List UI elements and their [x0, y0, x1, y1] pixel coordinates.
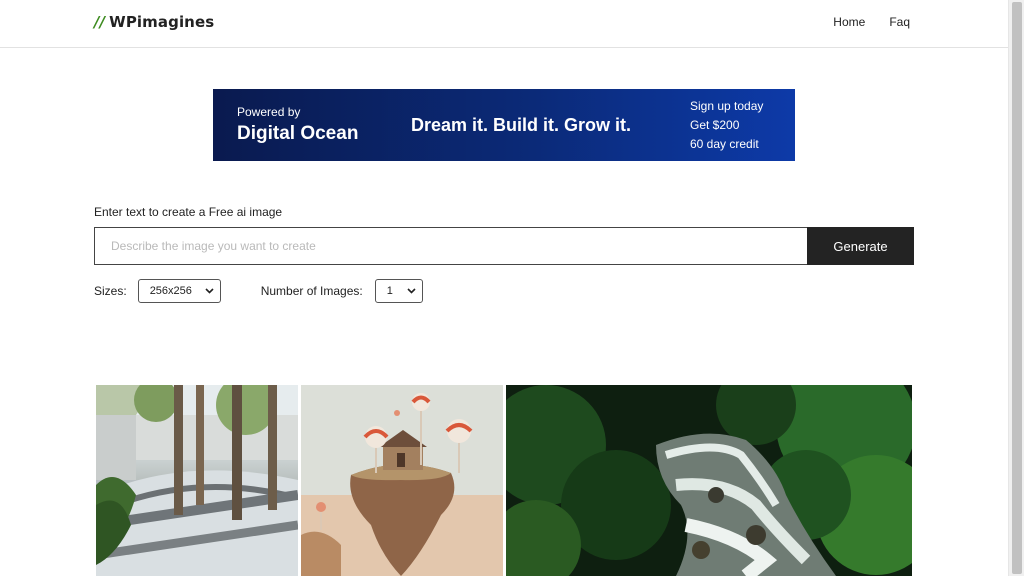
nav-home-link[interactable]: Home [833, 15, 865, 29]
image-gallery [96, 385, 912, 576]
banner-offer-line: 60 day credit [690, 137, 759, 151]
main-nav: Home Faq [833, 15, 910, 29]
generate-button[interactable]: Generate [807, 227, 914, 265]
banner-brand: Digital Ocean [237, 123, 359, 144]
prompt-label: Enter text to create a Free ai image [94, 205, 283, 219]
prompt-form: Generate [94, 227, 914, 265]
courtyard-trees-image[interactable] [96, 385, 298, 576]
logo-text: WPimagines [109, 13, 215, 31]
page-scrollbar[interactable] [1008, 0, 1024, 576]
forest-waterfall-image[interactable] [506, 385, 912, 576]
num-images-selected-value: 1 [386, 285, 393, 297]
scrollbar-thumb[interactable] [1012, 2, 1022, 574]
floating-island-lollipop-image[interactable] [301, 385, 503, 576]
chevron-down-icon [407, 286, 416, 296]
sizes-selected-value: 256x256 [149, 285, 192, 297]
banner-offer-line: Get $200 [690, 118, 740, 132]
banner-offer-line: Sign up today [690, 99, 764, 113]
logo-slashes-icon: // [94, 13, 106, 31]
generation-options: Sizes: 256x256 Number of Images: 1 [94, 279, 423, 303]
digital-ocean-ad-banner[interactable]: Powered by Digital Ocean Dream it. Build… [213, 89, 795, 161]
chevron-down-icon [205, 286, 214, 296]
site-logo[interactable]: // WPimagines [94, 13, 214, 31]
num-images-label: Number of Images: [260, 284, 363, 298]
nav-faq-link[interactable]: Faq [889, 15, 910, 29]
site-header: // WPimagines Home Faq [0, 0, 1008, 48]
banner-slogan: Dream it. Build it. Grow it. [411, 115, 632, 135]
banner-offer: Sign up today Get $200 60 day credit [690, 97, 763, 154]
prompt-input[interactable] [94, 227, 807, 265]
banner-powered-by: Powered by [237, 105, 301, 119]
num-images-select[interactable]: 1 [374, 279, 423, 303]
sizes-select[interactable]: 256x256 [137, 279, 221, 303]
sizes-label: Sizes: [94, 284, 127, 298]
